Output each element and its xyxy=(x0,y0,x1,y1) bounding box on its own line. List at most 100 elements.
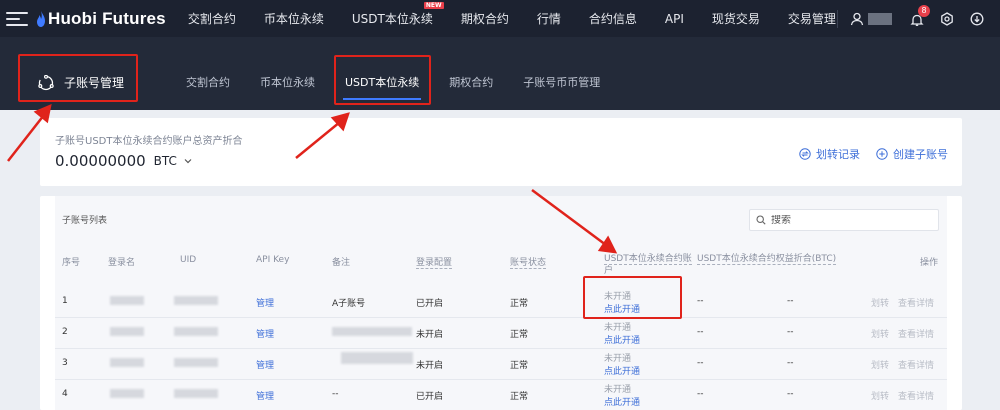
view-details-button[interactable]: 查看详情 xyxy=(898,327,934,340)
login-name-redacted xyxy=(110,358,144,367)
nav-item-coin-swap[interactable]: 币本位永续 xyxy=(264,10,324,27)
nav-items: 交割合约 币本位永续 USDT本位永续 NEW 期权合约 行情 合约信息 API… xyxy=(188,0,864,37)
col-note: 备注 xyxy=(332,258,351,268)
row-status: 正常 xyxy=(510,330,529,340)
tab-subaccount-spot[interactable]: 子账号币币管理 xyxy=(523,74,600,90)
view-details-button[interactable]: 查看详情 xyxy=(898,358,934,371)
nav-item-market[interactable]: 行情 xyxy=(537,10,561,27)
row-account-state: 未开通 xyxy=(604,323,632,333)
search-box[interactable] xyxy=(749,209,939,231)
transfer-button[interactable]: 划转 xyxy=(871,327,889,340)
api-manage-link[interactable]: 管理 xyxy=(256,296,274,309)
nav-item-options[interactable]: 期权合约 xyxy=(461,10,509,27)
nav-item-usdt-swap[interactable]: USDT本位永续 NEW xyxy=(352,2,444,27)
open-account-link[interactable]: 点此开通 xyxy=(604,333,640,346)
uid-redacted xyxy=(174,389,218,398)
annotation-box-open-account xyxy=(583,276,682,319)
download-icon[interactable] xyxy=(970,12,984,26)
transfer-button[interactable]: 划转 xyxy=(871,296,889,309)
create-subaccount-button[interactable]: 创建子账号 xyxy=(876,146,948,162)
logo[interactable]: Huobi Futures xyxy=(36,9,166,29)
api-manage-link[interactable]: 管理 xyxy=(256,327,274,340)
col-equity: USDT本位永续合约权益折合(BTC) xyxy=(697,253,857,265)
col-equity-label: USDT本位永续合约权益折合(BTC) xyxy=(697,254,837,265)
api-manage-link[interactable]: 管理 xyxy=(256,358,274,371)
transfer-button[interactable]: 划转 xyxy=(871,358,889,371)
top-navbar: Huobi Futures 交割合约 币本位永续 USDT本位永续 NEW 期权… xyxy=(0,0,1000,37)
new-badge: NEW xyxy=(423,2,444,9)
menu-icon[interactable] xyxy=(6,11,28,26)
api-manage-link[interactable]: 管理 xyxy=(256,389,274,402)
asset-amount: 0.00000000 xyxy=(55,152,146,170)
tab-coin-swap[interactable]: 币本位永续 xyxy=(260,74,315,90)
transfer-record-label: 划转记录 xyxy=(816,148,860,161)
row-account-state: 未开通 xyxy=(604,354,632,364)
view-details-button[interactable]: 查看详情 xyxy=(898,389,934,402)
uid-redacted xyxy=(174,327,218,336)
nav-item-delivery[interactable]: 交割合约 xyxy=(188,10,236,27)
row-login-config: 已开启 xyxy=(416,299,444,309)
row-login-config: 未开启 xyxy=(416,330,444,340)
row-equity: -- xyxy=(697,389,704,399)
transfer-icon xyxy=(799,148,811,160)
asset-actions: 划转记录 创建子账号 xyxy=(783,146,948,162)
nav-item-contract-info[interactable]: 合约信息 xyxy=(589,10,637,27)
login-name-redacted xyxy=(110,327,144,336)
logo-text: Huobi Futures xyxy=(48,8,166,28)
row-equity: -- xyxy=(697,296,704,306)
row-status: 正常 xyxy=(510,361,529,371)
asset-unit-select[interactable]: BTC xyxy=(154,154,177,168)
open-account-link[interactable]: 点此开通 xyxy=(604,364,640,377)
divider xyxy=(837,9,838,28)
row-equity-btc: -- xyxy=(787,358,794,368)
asset-value: 0.00000000 BTC xyxy=(55,152,193,170)
chevron-down-icon[interactable] xyxy=(183,156,193,166)
row-equity-btc: -- xyxy=(787,296,794,306)
table-row: 2 管理 未开启 正常 未开通 点此开通 -- -- 划转 查看详情 xyxy=(55,318,947,349)
uid-redacted xyxy=(174,358,218,367)
row-index: 2 xyxy=(62,327,68,337)
asset-label: 子账号USDT本位永续合约账户总资产折合 xyxy=(55,136,243,147)
note-redacted xyxy=(341,352,413,364)
note-redacted xyxy=(332,327,412,336)
nav-item-trade-manage[interactable]: 交易管理 xyxy=(788,10,836,27)
col-usdt-account: USDT本位永续合约账户 xyxy=(604,253,696,277)
annotation-box-usdt-tab xyxy=(334,55,431,105)
login-name-redacted xyxy=(110,296,144,305)
notification-button[interactable]: 8 xyxy=(910,4,930,26)
tab-options[interactable]: 期权合约 xyxy=(449,74,493,90)
col-api-key: API Key xyxy=(256,255,290,265)
asset-summary-card: 子账号USDT本位永续合约账户总资产折合 0.00000000 BTC 划转记录… xyxy=(40,118,962,186)
row-note: -- xyxy=(332,389,339,399)
col-account-status[interactable]: 账号状态 xyxy=(510,255,547,269)
user-name[interactable] xyxy=(868,12,892,25)
col-index: 序号 xyxy=(62,258,81,268)
view-details-button[interactable]: 查看详情 xyxy=(898,296,934,309)
table-row: 1 管理 A子账号 已开启 正常 未开通 点此开通 -- -- 划转 查看详情 xyxy=(55,287,947,318)
row-login-config: 已开启 xyxy=(416,392,444,402)
subaccount-list: 子账号列表 序号 登录名 UID API Key 备注 登录配置 账号状态 US… xyxy=(55,196,947,410)
search-input[interactable] xyxy=(771,214,921,226)
row-equity: -- xyxy=(697,358,704,368)
user-icon[interactable] xyxy=(850,12,864,26)
tab-delivery[interactable]: 交割合约 xyxy=(186,74,230,90)
nav-right: 8 xyxy=(837,0,1000,37)
col-uid: UID xyxy=(180,255,197,265)
row-account-state: 未开通 xyxy=(604,385,632,395)
nav-item-api[interactable]: API xyxy=(665,12,684,26)
col-login-config[interactable]: 登录配置 xyxy=(416,255,453,269)
search-icon xyxy=(756,215,766,225)
row-status: 正常 xyxy=(510,392,529,402)
settings-icon[interactable] xyxy=(940,11,954,26)
transfer-button[interactable]: 划转 xyxy=(871,389,889,402)
open-account-link[interactable]: 点此开通 xyxy=(604,395,640,408)
row-index: 4 xyxy=(62,389,68,399)
row-login-config: 未开启 xyxy=(416,361,444,371)
col-login: 登录名 xyxy=(108,258,136,268)
create-subaccount-label: 创建子账号 xyxy=(893,148,948,161)
list-title: 子账号列表 xyxy=(62,216,108,226)
transfer-record-button[interactable]: 划转记录 xyxy=(799,146,860,162)
row-equity-btc: -- xyxy=(787,389,794,399)
notification-count: 8 xyxy=(918,4,930,17)
nav-item-spot[interactable]: 现货交易 xyxy=(712,10,760,27)
